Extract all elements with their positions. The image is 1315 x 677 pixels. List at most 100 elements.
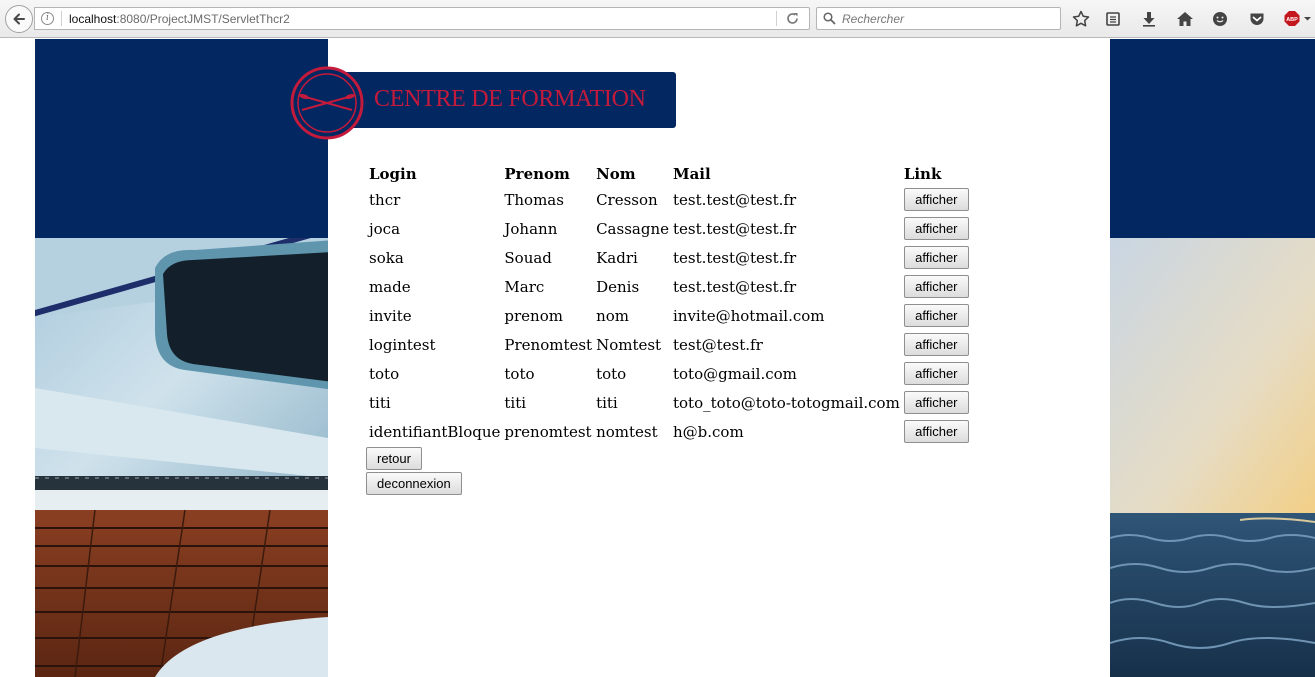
sea-background-image: [1110, 238, 1315, 677]
afficher-button[interactable]: afficher: [903, 333, 969, 356]
retour-button[interactable]: retour: [366, 447, 422, 470]
cell-mail: h@b.com: [672, 422, 744, 441]
afficher-button[interactable]: afficher: [903, 304, 969, 327]
cell-prenom: titi: [504, 393, 527, 412]
cell-link: afficher: [903, 186, 973, 213]
table-row: joca Johann Cassagne test.test@test.fr a…: [368, 215, 973, 242]
cell-mail: invite@hotmail.com: [672, 306, 825, 325]
adblock-plus-icon[interactable]: ABP: [1283, 9, 1313, 29]
cell-login: invite: [369, 306, 412, 325]
cell-nom: toto: [596, 364, 627, 383]
column-header-mail: Mail: [672, 164, 711, 183]
cell-mail: test.test@test.fr: [672, 190, 797, 209]
crossed-oars-logo-icon: [290, 66, 364, 140]
site-info-icon[interactable]: i: [41, 12, 54, 25]
column-header-nom: Nom: [596, 164, 636, 183]
cell-prenom: Souad: [504, 248, 552, 267]
chat-smiley-icon[interactable]: [1210, 9, 1230, 29]
reading-list-icon[interactable]: [1103, 9, 1123, 29]
cell-link: afficher: [903, 418, 973, 445]
bookmark-star-icon[interactable]: [1071, 9, 1091, 29]
users-table: Login Prenom Nom Mail Link thcr Thomas C…: [366, 161, 975, 447]
table-row: titi titi titi toto_toto@toto-totogmail.…: [368, 389, 973, 416]
cell-link: afficher: [903, 302, 973, 329]
site-title: CENTRE DE FORMATION: [374, 86, 646, 112]
right-navy-panel: [1110, 39, 1315, 238]
cell-login: logintest: [369, 335, 436, 354]
column-header-login: Login: [369, 164, 417, 183]
column-header-prenom: Prenom: [504, 164, 570, 183]
adblock-label: ABP: [1286, 17, 1298, 23]
cell-nom: Cresson: [596, 190, 658, 209]
table-row: invite prenom nom invite@hotmail.com aff…: [368, 302, 973, 329]
back-arrow-icon[interactable]: [5, 5, 33, 33]
cell-login: made: [369, 277, 411, 296]
home-icon[interactable]: [1175, 9, 1195, 29]
cell-nom: Nomtest: [596, 335, 662, 354]
search-placeholder: Rechercher: [842, 12, 905, 26]
cell-mail: toto_toto@toto-totogmail.com: [672, 393, 900, 412]
cell-link: afficher: [903, 244, 973, 271]
boat-background-image: [35, 238, 328, 677]
cell-mail: toto@gmail.com: [672, 364, 797, 383]
afficher-button[interactable]: afficher: [903, 217, 969, 240]
cell-prenom: Johann: [504, 219, 558, 238]
page-viewport: CENTRE DE FORMATION Login Prenom Nom Mai…: [0, 39, 1315, 677]
cell-nom: titi: [596, 393, 618, 412]
afficher-button[interactable]: afficher: [903, 362, 969, 385]
download-icon[interactable]: [1139, 9, 1159, 29]
url-path: :8080/ProjectJMST/ServletThcr2: [116, 12, 290, 26]
cell-login: toto: [369, 364, 400, 383]
cell-nom: Cassagne: [596, 219, 669, 238]
cell-prenom: Marc: [504, 277, 545, 296]
browser-toolbar: i localhost:8080/ProjectJMST/ServletThcr…: [0, 0, 1315, 38]
cell-prenom: Prenomtest: [504, 335, 593, 354]
cell-mail: test@test.fr: [672, 335, 763, 354]
deconnexion-button[interactable]: deconnexion: [366, 472, 462, 495]
table-row: thcr Thomas Cresson test.test@test.fr af…: [368, 186, 973, 213]
cell-nom: Kadri: [596, 248, 638, 267]
cell-prenom: Thomas: [504, 190, 564, 209]
pocket-icon[interactable]: [1247, 9, 1267, 29]
table-row: toto toto toto toto@gmail.com afficher: [368, 360, 973, 387]
url-host: localhost: [69, 12, 117, 26]
cell-nom: nomtest: [596, 422, 658, 441]
left-navy-panel: [35, 39, 328, 238]
reload-icon[interactable]: [785, 11, 800, 29]
cell-mail: test.test@test.fr: [672, 277, 797, 296]
cell-login: joca: [369, 219, 401, 238]
cell-prenom: prenom: [504, 306, 563, 325]
table-row: identifiantBloque prenomtest nomtest h@b…: [368, 418, 973, 445]
table-row: soka Souad Kadri test.test@test.fr affic…: [368, 244, 973, 271]
cell-prenom: toto: [504, 364, 535, 383]
afficher-button[interactable]: afficher: [903, 391, 969, 414]
cell-login: titi: [369, 393, 391, 412]
cell-login: thcr: [369, 190, 401, 209]
afficher-button[interactable]: afficher: [903, 246, 969, 269]
afficher-button[interactable]: afficher: [903, 275, 969, 298]
cell-link: afficher: [903, 360, 973, 387]
cell-link: afficher: [903, 215, 973, 242]
search-bar[interactable]: Rechercher: [816, 7, 1061, 30]
cell-link: afficher: [903, 273, 973, 300]
table-row: logintest Prenomtest Nomtest test@test.f…: [368, 331, 973, 358]
cell-link: afficher: [903, 331, 973, 358]
cell-prenom: prenomtest: [504, 422, 592, 441]
cell-nom: Denis: [596, 277, 640, 296]
cell-login: identifiantBloque: [369, 422, 501, 441]
table-header-row: Login Prenom Nom Mail Link: [368, 163, 973, 184]
cell-mail: test.test@test.fr: [672, 248, 797, 267]
afficher-button[interactable]: afficher: [903, 420, 969, 443]
table-row: made Marc Denis test.test@test.fr affich…: [368, 273, 973, 300]
address-bar[interactable]: i localhost:8080/ProjectJMST/ServletThcr…: [34, 7, 810, 30]
cell-nom: nom: [596, 306, 629, 325]
afficher-button[interactable]: afficher: [903, 188, 969, 211]
search-icon: [823, 12, 836, 28]
cell-mail: test.test@test.fr: [672, 219, 797, 238]
url-separator: [61, 11, 62, 26]
address-text[interactable]: localhost:8080/ProjectJMST/ServletThcr2: [69, 12, 290, 26]
cell-link: afficher: [903, 389, 973, 416]
url-separator-right: [776, 11, 777, 26]
cell-login: soka: [369, 248, 404, 267]
column-header-link: Link: [903, 164, 942, 183]
